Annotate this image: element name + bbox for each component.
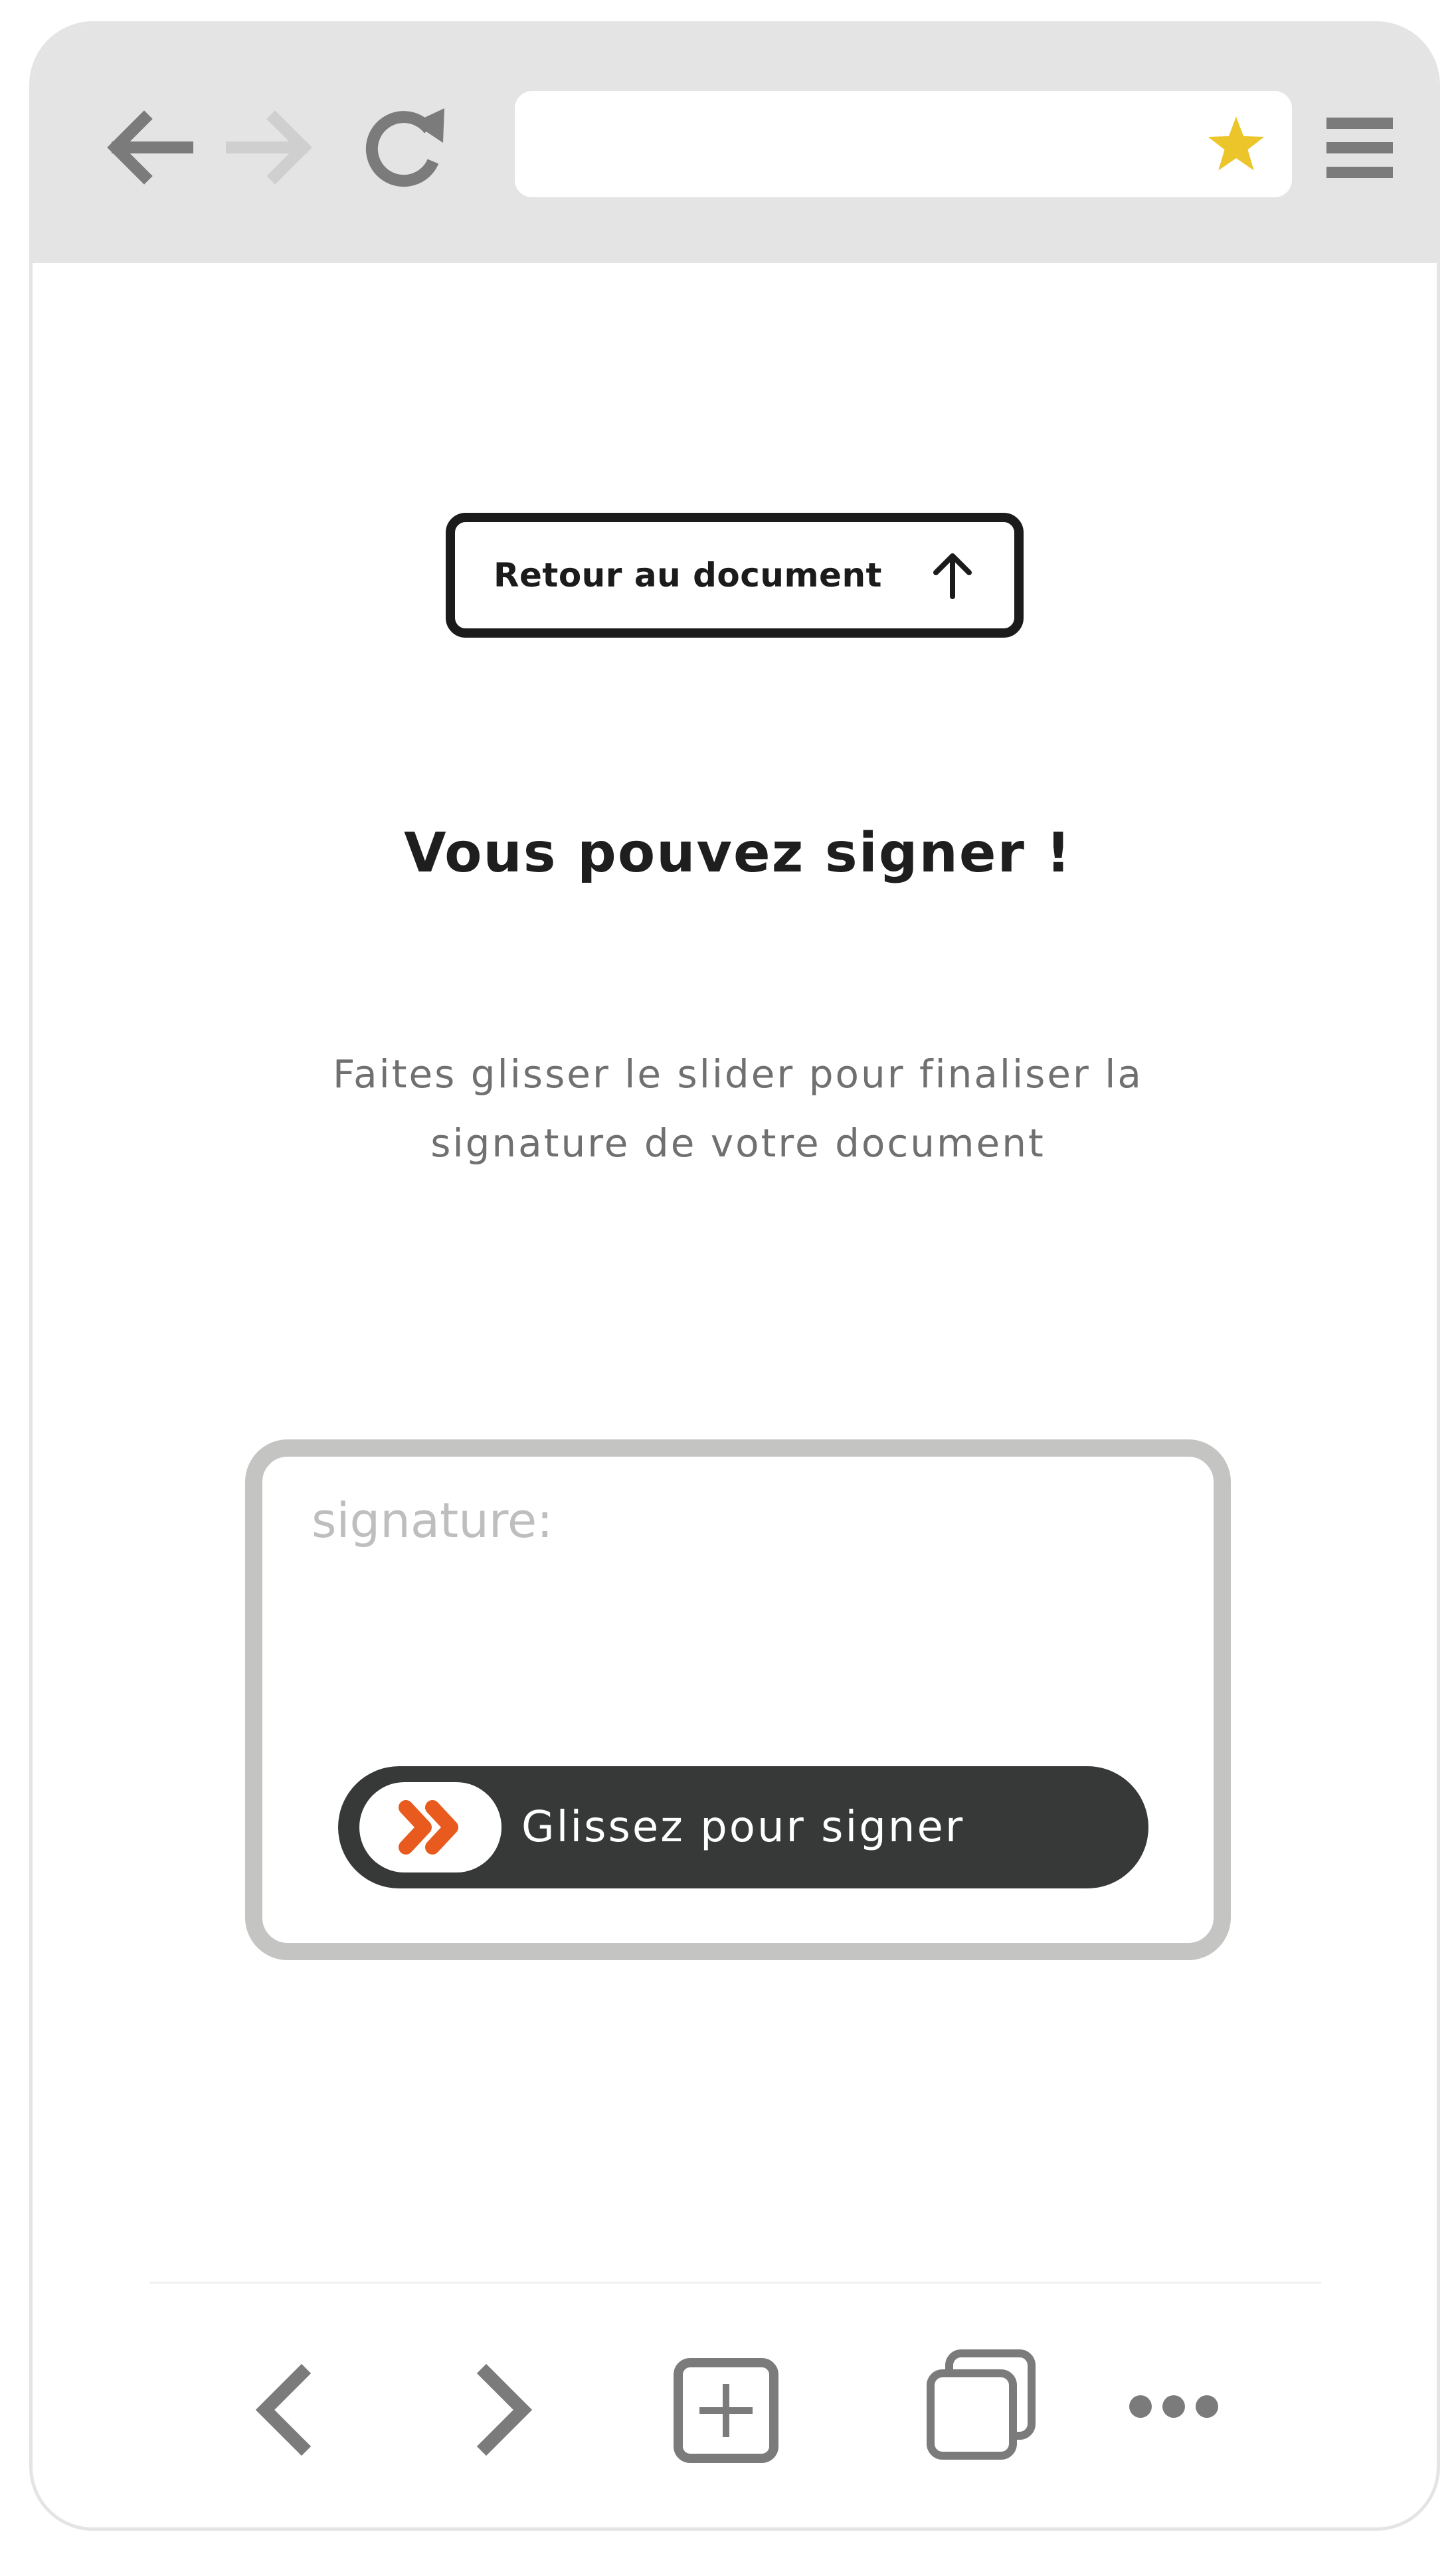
arrow-up-icon: [933, 553, 972, 599]
page-subtitle: Faites glisser le slider pour finaliser …: [232, 1040, 1244, 1178]
chevron-left-icon[interactable]: [238, 2360, 325, 2460]
browser-window: Retour au document Vous pouvez signer ! …: [29, 21, 1440, 2531]
subtitle-line-2: signature de votre document: [430, 1121, 1046, 1166]
reload-icon[interactable]: [355, 96, 454, 196]
new-tab-icon[interactable]: [673, 2357, 779, 2464]
address-bar[interactable]: [515, 91, 1292, 197]
double-chevron-right-icon: [399, 1800, 458, 1855]
chevron-right-icon[interactable]: [463, 2360, 549, 2460]
signature-box: signature: Glissez pour signer: [245, 1439, 1231, 1960]
back-to-document-button[interactable]: Retour au document: [446, 513, 1024, 638]
signature-slider[interactable]: Glissez pour signer: [338, 1766, 1148, 1888]
hamburger-menu-icon[interactable]: [1326, 118, 1393, 179]
slider-label: Glissez pour signer: [521, 1803, 965, 1852]
arrow-left-icon[interactable]: [98, 98, 197, 197]
browser-toolbar: [33, 25, 1437, 263]
tabs-icon[interactable]: [923, 2347, 1042, 2466]
star-icon[interactable]: [1206, 114, 1267, 175]
subtitle-line-1: Faites glisser le slider pour finaliser …: [333, 1051, 1143, 1097]
signature-label: signature:: [312, 1493, 553, 1548]
more-icon[interactable]: [1127, 2387, 1220, 2426]
arrow-right-icon[interactable]: [222, 98, 321, 197]
slider-handle[interactable]: [359, 1782, 501, 1872]
page-title: Vous pouvez signer !: [404, 822, 1072, 885]
bottom-divider: [149, 2282, 1321, 2284]
back-to-document-label: Retour au document: [494, 556, 882, 594]
